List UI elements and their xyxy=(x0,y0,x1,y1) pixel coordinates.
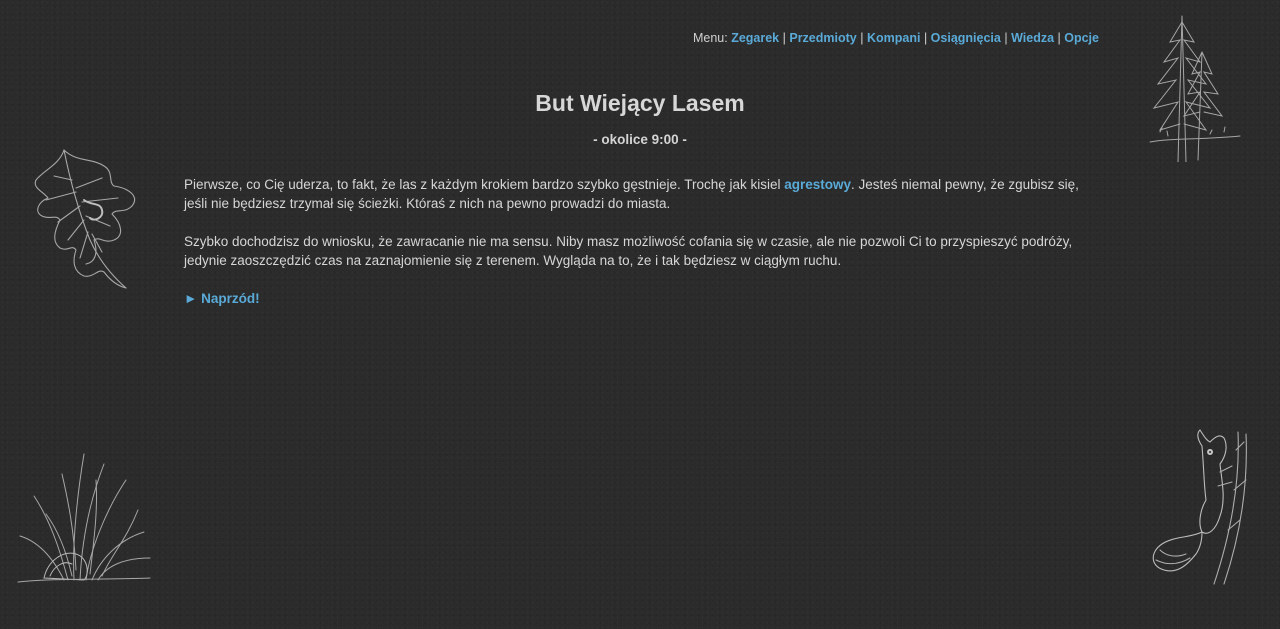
menu-prefix: Menu: xyxy=(692,31,732,45)
menu-item-przedmioty[interactable]: Przedmioty xyxy=(789,31,856,45)
menu-item-zegarek[interactable]: Zegarek xyxy=(731,31,779,45)
passage-content: Pierwsze, co Cię uderza, to fakt, że las… xyxy=(184,175,1104,308)
passage-time: - okolice 9:00 - xyxy=(593,132,687,147)
menu-item-opcje[interactable]: Opcje xyxy=(1064,31,1099,45)
oak-leaf-sketch-icon xyxy=(34,149,136,289)
next-link[interactable]: ► Naprzód! xyxy=(184,289,260,308)
passage-title: But Wiejący Lasem xyxy=(535,90,745,116)
menu-item-kompani[interactable]: Kompani xyxy=(867,31,920,45)
paragraph-1-text-before: Pierwsze, co Cię uderza, to fakt, że las… xyxy=(184,177,785,192)
squirrel-sketch-icon xyxy=(1152,429,1247,585)
menu-item-osiagniecia[interactable]: Osiągnięcia xyxy=(931,31,1001,45)
paragraph-2: Szybko dochodzisz do wniosku, że zawraca… xyxy=(184,234,1073,268)
pine-trees-sketch-icon xyxy=(1149,15,1241,162)
menu-separator: | xyxy=(923,31,931,45)
agrestowy-link[interactable]: agrestowy xyxy=(784,177,851,192)
menu-separator: | xyxy=(860,31,867,45)
menu-item-wiedza[interactable]: Wiedza xyxy=(1011,31,1054,45)
paragraph-1: Pierwsze, co Cię uderza, to fakt, że las… xyxy=(184,175,1104,213)
grass-sketch-icon xyxy=(17,453,151,583)
top-menu: Menu: Zegarek | Przedmioty | Kompani | O… xyxy=(693,31,1099,45)
